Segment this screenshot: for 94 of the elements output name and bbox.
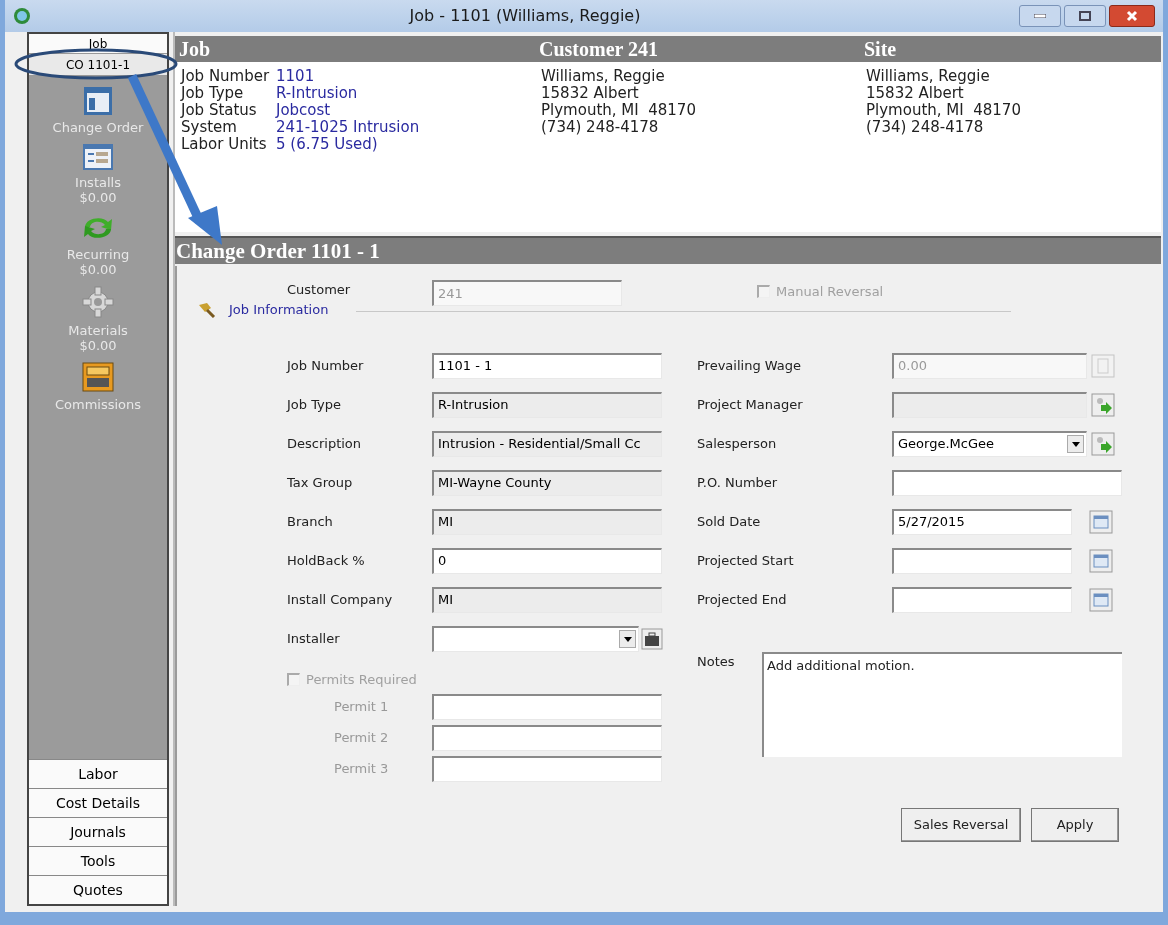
text-field[interactable]: 0 [432, 547, 662, 574]
text-field[interactable] [892, 586, 1072, 613]
field-label: Projected Start [697, 551, 795, 570]
info-value: 1101 [276, 68, 316, 85]
dropdown-field[interactable] [432, 625, 639, 652]
info-value: Jobcost [276, 102, 332, 119]
checkbox-label: Manual Reversal [776, 283, 884, 301]
info-value: 5 (6.75 Used) [276, 136, 379, 153]
dropdown-arrow-button[interactable] [619, 630, 636, 648]
customer-line: Plymouth, MI 48170 [541, 102, 697, 119]
info-value: R-Intrusion [276, 85, 359, 102]
field-label: Job Number [287, 356, 365, 375]
field-label: Prevailing Wage [697, 356, 803, 375]
drawer-icon [81, 361, 115, 393]
calendar-icon[interactable] [1089, 509, 1113, 534]
field-label: Projected End [697, 590, 788, 609]
field-label: Permit 1 [333, 698, 390, 717]
site-line: Plymouth, MI 48170 [866, 102, 1022, 119]
info-label: Labor Units [181, 136, 268, 153]
field-label: P.O. Number [697, 473, 779, 492]
text-field[interactable]: MI [432, 586, 662, 613]
text-field[interactable]: MI [432, 508, 662, 535]
info-label: Job Number [181, 68, 271, 85]
section-heading: Site [864, 37, 898, 62]
app-logo-icon [13, 7, 31, 25]
sidebar-tab[interactable]: Journals [29, 817, 167, 846]
maximize-icon [1079, 11, 1091, 21]
customer-line: 15832 Albert [541, 85, 640, 102]
section-heading: Customer 241 [539, 37, 660, 62]
field-label: Customer [287, 281, 352, 299]
field-label: Permit 2 [333, 729, 390, 748]
field-label: Branch [287, 512, 334, 531]
field-label: Description [287, 434, 363, 453]
field-label: Sold Date [697, 512, 762, 531]
maximize-button[interactable] [1064, 5, 1106, 27]
customer-line: Williams, Reggie [541, 68, 666, 85]
calendar-icon[interactable] [1089, 587, 1113, 612]
list-icon [82, 143, 114, 171]
sidebar-tab[interactable]: Tools [29, 846, 167, 875]
text-field[interactable]: 1101 - 1 [432, 352, 662, 379]
minimize-button[interactable] [1019, 5, 1061, 27]
sidebar-tab[interactable]: Cost Details [29, 788, 167, 817]
text-field[interactable] [892, 469, 1122, 496]
window-title: Job - 1101 (Williams, Reggie) [407, 5, 642, 27]
caret-icon [623, 636, 632, 642]
text-field[interactable] [432, 725, 662, 751]
action-button[interactable]: Sales Reversal [901, 807, 1021, 842]
dropdown-field[interactable]: George.McGee [892, 430, 1087, 457]
site-line: Williams, Reggie [866, 68, 991, 85]
minimize-icon [1034, 14, 1046, 18]
text-field[interactable] [432, 756, 662, 782]
site-line: 15832 Albert [866, 85, 965, 102]
gear-icon [81, 285, 115, 319]
text-field[interactable]: R-Intrusion [432, 391, 662, 418]
checkbox[interactable] [757, 285, 770, 299]
info-label: Job Type [181, 85, 245, 102]
action-button[interactable]: Apply [1031, 807, 1119, 842]
text-field[interactable] [432, 694, 662, 720]
text-field[interactable] [892, 547, 1072, 574]
calendar-icon[interactable] [1089, 548, 1113, 573]
field-label: Notes [697, 652, 736, 671]
section-title-bar: Change Order 1101 - 1 [175, 236, 1161, 264]
field-label: Tax Group [287, 473, 354, 492]
form-icon [83, 86, 113, 116]
info-value: 241-1025 Intrusion [276, 119, 421, 136]
notes-field[interactable]: Add additional motion. [762, 651, 1122, 757]
close-icon [1126, 10, 1138, 22]
text-field[interactable]: MI-Wayne County [432, 469, 662, 496]
info-label: Job Status [181, 102, 258, 119]
dropdown-arrow-button[interactable] [1067, 435, 1084, 453]
sidebar-tab[interactable]: CO 1101-1 [29, 54, 167, 76]
sidebar-tab[interactable]: Quotes [29, 875, 167, 904]
field-label: Job Type [287, 395, 343, 414]
group-label: Job Information [229, 301, 329, 319]
toolbox-icon[interactable] [641, 627, 663, 650]
field-label: Installer [287, 629, 341, 648]
caret-icon [1071, 441, 1080, 447]
section-heading: Job [179, 37, 212, 62]
close-button[interactable] [1109, 5, 1155, 27]
info-label: System [181, 119, 238, 136]
checkbox[interactable] [287, 672, 300, 686]
customer-line: (734) 248-4178 [541, 119, 660, 136]
field-label: Project Manager [697, 395, 804, 414]
text-field[interactable]: 5/27/2015 [892, 508, 1072, 535]
field-label: Install Company [287, 590, 394, 609]
text-field[interactable] [892, 391, 1087, 418]
field-label: Salesperson [697, 434, 778, 453]
hammer-icon [197, 301, 217, 318]
text-field[interactable]: Intrusion - Residential/Small Cc [432, 430, 662, 457]
sidebar-tab[interactable]: Labor [29, 759, 167, 788]
site-line: (734) 248-4178 [866, 119, 985, 136]
field-label: Permit 3 [333, 760, 390, 779]
field-label: HoldBack % [287, 551, 366, 570]
checkbox-label: Permits Required [306, 670, 417, 689]
